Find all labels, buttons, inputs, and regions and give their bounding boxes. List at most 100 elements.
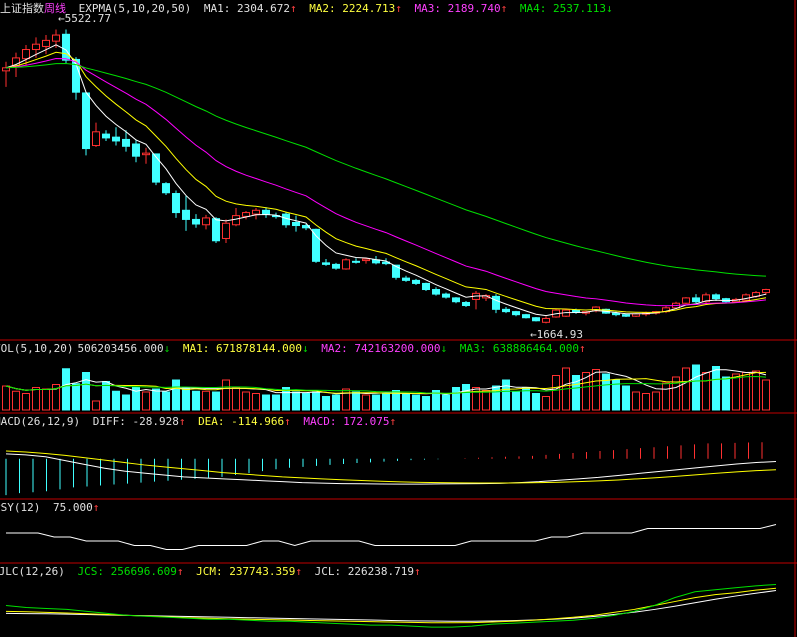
volume-bar bbox=[632, 391, 640, 411]
diff-arrow: ↑ bbox=[178, 415, 186, 428]
volume-bar bbox=[702, 372, 710, 411]
volume-bar bbox=[142, 391, 150, 411]
volume-bar bbox=[332, 394, 340, 411]
jcl-text: JCL: 226238.719 bbox=[314, 565, 415, 578]
volume-bar bbox=[252, 393, 260, 411]
volume-bar bbox=[552, 375, 560, 411]
candle-body bbox=[232, 215, 240, 226]
volume-bar bbox=[762, 379, 770, 411]
vol-ma1: MA1: 671878144.000↓ bbox=[183, 342, 309, 355]
ma4-arrow: ↓ bbox=[605, 2, 613, 15]
volume-bar bbox=[292, 391, 300, 411]
candle-body bbox=[242, 212, 250, 217]
cjlc-jcm-line bbox=[5, 587, 777, 624]
jcl-arrow: ↑ bbox=[414, 565, 421, 578]
ma2-value: MA2: 2224.713↑ bbox=[309, 2, 402, 15]
vol-ma3-text: MA3: 638886464.000 bbox=[459, 342, 579, 355]
ma1-text: MA1: 2304.672 bbox=[203, 2, 290, 15]
volume-bar bbox=[152, 388, 160, 411]
volume-bar bbox=[502, 379, 510, 411]
candle-body bbox=[92, 131, 100, 147]
volume-bar bbox=[312, 391, 320, 411]
macd-diff-line bbox=[5, 453, 777, 485]
candle-body bbox=[312, 228, 320, 262]
macd-arrow: ↑ bbox=[389, 415, 397, 428]
vol-arrow: ↓ bbox=[163, 342, 171, 355]
vol-ma2: MA2: 742163200.000↓ bbox=[321, 342, 447, 355]
macd-dea-line bbox=[5, 450, 777, 484]
psy-line bbox=[6, 524, 777, 550]
volume-bar bbox=[452, 387, 460, 411]
volume-bar bbox=[112, 390, 120, 411]
candle-body bbox=[202, 217, 210, 226]
expma-line-1 bbox=[5, 44, 767, 317]
low-annotation: ←1664.93 bbox=[530, 328, 583, 341]
volume-bar bbox=[72, 383, 80, 411]
vol-value: 506203456.000↓ bbox=[77, 342, 170, 355]
ma1-value: MA1: 2304.672↑ bbox=[204, 2, 297, 15]
vol-ma2-text: MA2: 742163200.000 bbox=[321, 342, 441, 355]
volume-bar bbox=[592, 369, 600, 411]
high-annotation: ←5522.77 bbox=[58, 12, 111, 25]
candle-body bbox=[342, 259, 350, 270]
candle-body bbox=[352, 260, 360, 263]
volume-bar bbox=[402, 393, 410, 411]
macd-name: MACD(26,12,9) bbox=[0, 415, 81, 428]
vol-ma-line-1 bbox=[5, 369, 767, 395]
volume-bar bbox=[712, 366, 720, 411]
candle-body bbox=[292, 221, 300, 227]
volume-bar bbox=[212, 391, 220, 411]
ma3-value: MA3: 2189.740↑ bbox=[415, 2, 508, 15]
volume-bar bbox=[412, 394, 420, 411]
volume-bar bbox=[172, 379, 180, 411]
macd-text: MACD: 172.075 bbox=[303, 415, 390, 428]
candle-body bbox=[322, 262, 330, 265]
volume-group bbox=[2, 364, 770, 411]
volume-bar bbox=[322, 396, 330, 411]
volume-bar bbox=[742, 372, 750, 411]
ma4-value: MA4: 2537.113↓ bbox=[520, 2, 613, 15]
candle-body bbox=[2, 67, 10, 72]
psy-arrow: ↑ bbox=[92, 501, 100, 514]
candle-body bbox=[612, 312, 620, 316]
volume-bar bbox=[162, 391, 170, 411]
expma-line-2 bbox=[5, 51, 767, 313]
candle-body bbox=[182, 209, 190, 220]
jcl-value: JCL: 226238.719↑ bbox=[315, 565, 421, 578]
volume-bar bbox=[732, 373, 740, 411]
jcm-arrow: ↑ bbox=[295, 565, 303, 578]
volume-bar bbox=[642, 393, 650, 411]
candle-body bbox=[122, 138, 130, 147]
volume-bar bbox=[492, 385, 500, 411]
candle-body bbox=[452, 297, 460, 303]
candle-body bbox=[22, 49, 30, 60]
candle-body bbox=[712, 294, 720, 300]
psy-value: 75.000↑ bbox=[53, 501, 99, 514]
volume-bar bbox=[82, 372, 90, 411]
candle-body bbox=[682, 297, 690, 304]
diff-text: DIFF: -28.928 bbox=[92, 415, 179, 428]
volume-bar bbox=[602, 373, 610, 411]
candle-body bbox=[532, 317, 540, 322]
volume-bar bbox=[342, 388, 350, 411]
jcs-text: JCS: 256696.609 bbox=[77, 565, 177, 578]
ma4-text: MA4: 2537.113 bbox=[519, 2, 606, 15]
expma-line-4 bbox=[5, 63, 767, 277]
psy-text: 75.000 bbox=[52, 501, 93, 514]
volume-bar bbox=[12, 390, 20, 411]
volume-bar bbox=[532, 393, 540, 411]
volume-bar bbox=[682, 367, 690, 411]
vol-ma3-arrow: ↑ bbox=[578, 342, 586, 355]
volume-bar bbox=[242, 391, 250, 411]
volume-bar bbox=[622, 385, 630, 411]
ma3-arrow: ↑ bbox=[500, 2, 508, 15]
ma1-arrow: ↑ bbox=[289, 2, 297, 15]
jcs-value: JCS: 256696.609↑ bbox=[77, 565, 183, 578]
volume-bar bbox=[32, 387, 40, 411]
vol-ma1-text: MA1: 671878144.000 bbox=[182, 342, 303, 355]
dea-value: DEA: -114.966↑ bbox=[198, 415, 291, 428]
candle-body bbox=[162, 183, 170, 194]
low-value: 1664.93 bbox=[536, 328, 583, 341]
candle-body bbox=[412, 279, 420, 284]
volume-bar bbox=[232, 387, 240, 411]
